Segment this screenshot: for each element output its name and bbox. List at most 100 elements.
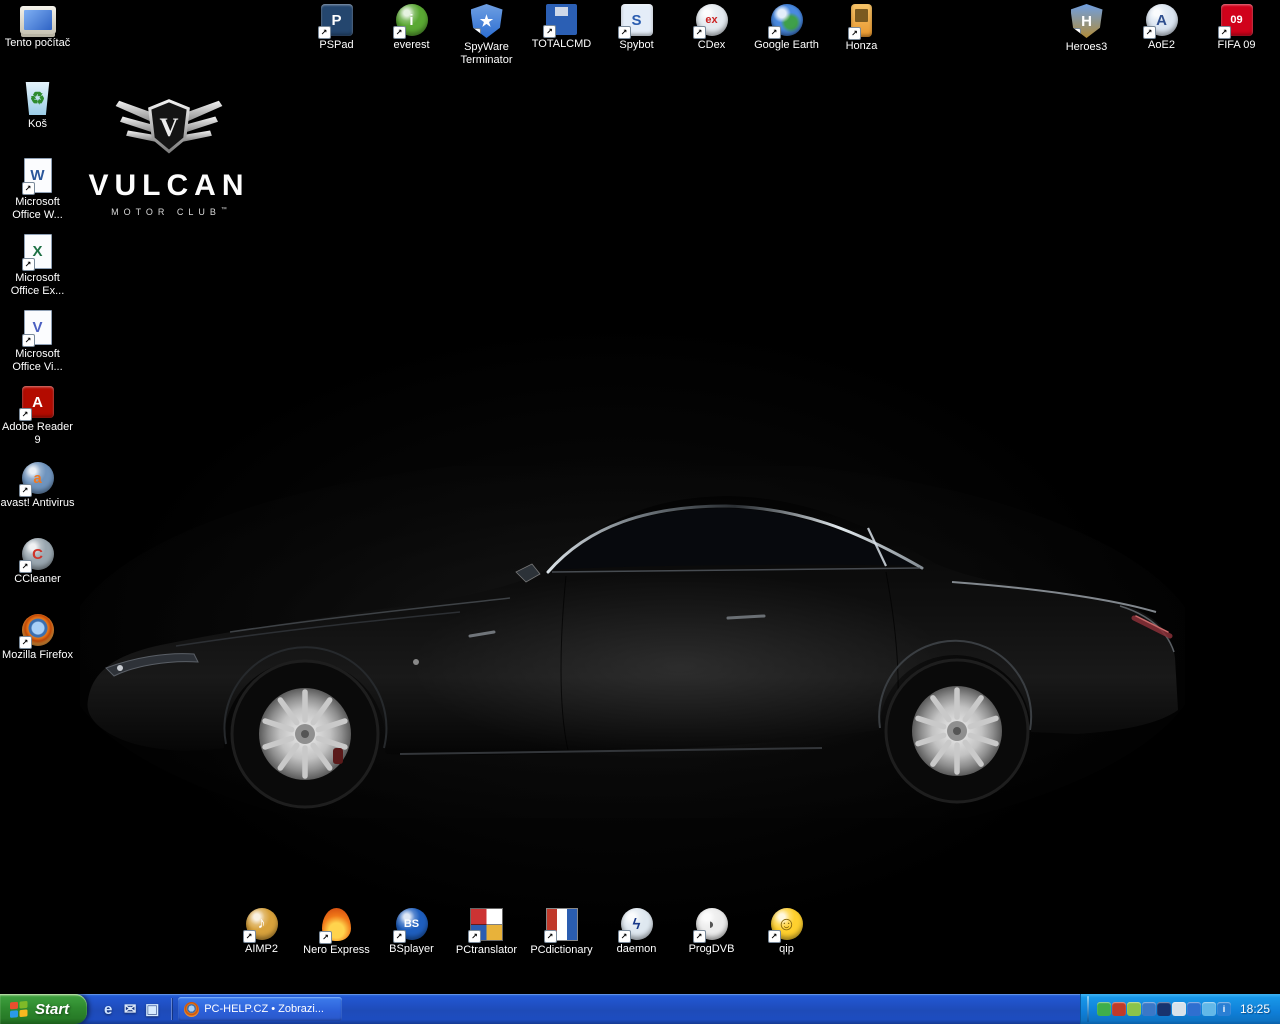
desktop-icon-label: CDex: [698, 39, 726, 52]
desktop-icon-row-top-right: H Heroes3 A AoE2 09 FIFA 09: [1049, 2, 1274, 54]
wallpaper-car-image: [80, 466, 1185, 818]
desktop-icon-image: [546, 908, 578, 941]
desktop-icon-label: CCleaner: [14, 573, 60, 586]
start-button-label: Start: [35, 1001, 69, 1018]
desktop-icon[interactable]: H Heroes3: [1049, 2, 1124, 54]
desktop-icon-image: [20, 6, 56, 34]
desktop-icon-image: ◗: [696, 908, 728, 940]
windows-logo-icon: [9, 1000, 29, 1019]
desktop-icon[interactable]: 09 FIFA 09: [1199, 2, 1274, 54]
desktop-icon[interactable]: Honza: [824, 2, 899, 67]
desktop-icon-image: C: [22, 538, 54, 570]
trademark-symbol: ™: [221, 207, 227, 213]
desktop-icon-label: PSPad: [319, 39, 353, 52]
tray-icon[interactable]: [1172, 1002, 1186, 1016]
desktop-icon-image: [22, 614, 54, 646]
desktop-icon-image: ϟ: [621, 908, 653, 940]
svg-text:V: V: [160, 113, 179, 142]
desktop-icon[interactable]: V Microsoft Office Vi...: [0, 308, 75, 384]
desktop-icon-image: [771, 4, 803, 36]
desktop-icon[interactable]: PCtranslator: [449, 906, 524, 957]
desktop-icon-image: ♻: [24, 82, 52, 115]
desktop-icon[interactable]: A Adobe Reader 9: [0, 384, 75, 460]
desktop-icon-label: BSplayer: [389, 943, 434, 956]
tray-icon[interactable]: [1097, 1002, 1111, 1016]
tray-icon[interactable]: [1112, 1002, 1126, 1016]
desktop-icon[interactable]: ex CDex: [674, 2, 749, 67]
desktop-icon-label: Google Earth: [754, 39, 819, 52]
tray-icon[interactable]: [1202, 1002, 1216, 1016]
desktop-icon-label: ProgDVB: [689, 943, 735, 956]
desktop-icon[interactable]: BS BSplayer: [374, 906, 449, 957]
vulcan-logo: V VULCAN MOTOR CLUB™: [88, 92, 250, 217]
firefox-icon: [184, 1002, 199, 1017]
desktop-icon[interactable]: S Spybot: [599, 2, 674, 67]
desktop-icon[interactable]: ◗ ProgDVB: [674, 906, 749, 957]
desktop-icon-label: PCtranslator: [456, 944, 517, 957]
taskbar-separator: [171, 998, 172, 1020]
tray-icon[interactable]: [1157, 1002, 1171, 1016]
desktop-icon[interactable]: W Microsoft Office W...: [0, 156, 75, 232]
clock[interactable]: 18:25: [1240, 1002, 1270, 1016]
desktop-icon[interactable]: ♪ AIMP2: [224, 906, 299, 957]
desktop-icon[interactable]: PCdictionary: [524, 906, 599, 957]
desktop-icon-image: P: [321, 4, 353, 36]
desktop-icon-label: Adobe Reader 9: [1, 421, 75, 447]
desktop-icon-image: A: [22, 386, 54, 418]
desktop-icon-label: AIMP2: [245, 943, 278, 956]
quick-launch-icon[interactable]: ✉: [119, 998, 141, 1020]
desktop-icon-image: V: [24, 310, 52, 345]
desktop-icon[interactable]: P PSPad: [299, 2, 374, 67]
desktop-icon-label: SpyWare Terminator: [450, 41, 524, 67]
taskbar: Start e ✉ ▣ PC-HELP.CZ • Zobrazi...: [0, 994, 1280, 1024]
desktop-icon[interactable]: a avast! Antivirus: [0, 460, 75, 536]
desktop-icon-image: ★: [471, 4, 503, 38]
desktop-icon[interactable]: ♻ Koš: [0, 80, 75, 156]
desktop-icon[interactable]: Tento počítač: [0, 4, 75, 80]
desktop-icon-label: AoE2: [1148, 39, 1175, 52]
desktop-icon[interactable]: C CCleaner: [0, 536, 75, 612]
tray-icon-strip: i: [1096, 1002, 1231, 1016]
desktop-icon-label: Heroes3: [1066, 41, 1108, 54]
tray-icon[interactable]: [1142, 1002, 1156, 1016]
task-button-firefox-pchelp[interactable]: PC-HELP.CZ • Zobrazi...: [178, 997, 342, 1021]
start-button[interactable]: Start: [0, 994, 87, 1024]
desktop-icon-label: Microsoft Office Ex...: [1, 272, 75, 298]
quick-launch-icon[interactable]: e: [97, 998, 119, 1020]
desktop-icon-label: everest: [393, 39, 429, 52]
logo-subtitle-text: MOTOR CLUB™: [88, 207, 250, 217]
desktop-icon-image: W: [24, 158, 52, 193]
desktop-icon-label: Spybot: [619, 39, 653, 52]
desktop-icon-image: a: [22, 462, 54, 494]
desktop-icon[interactable]: Mozilla Firefox: [0, 612, 75, 688]
tray-icon[interactable]: [1127, 1002, 1141, 1016]
desktop-icon-label: FIFA 09: [1218, 39, 1256, 52]
desktop-icon-row-bottom: ♪ AIMP2 Nero Express BS BSplayer PCtrans…: [224, 906, 824, 957]
desktop-icon-label: daemon: [617, 943, 657, 956]
desktop-icon[interactable]: Nero Express: [299, 906, 374, 957]
logo-brand-text: VULCAN: [88, 169, 250, 203]
desktop-icon[interactable]: TOTALCMD: [524, 2, 599, 67]
desktop-icon-image: ex: [696, 4, 728, 36]
desktop-icon[interactable]: A AoE2: [1124, 2, 1199, 54]
vulcan-wings-emblem-icon: V: [103, 92, 235, 162]
desktop-icon-label: Mozilla Firefox: [2, 649, 73, 662]
quick-launch-icon[interactable]: ▣: [141, 998, 163, 1020]
desktop-icon-label: qip: [779, 943, 794, 956]
desktop-icon[interactable]: Google Earth: [749, 2, 824, 67]
desktop-icon-row-top-left: P PSPad i everest ★ SpyWare Terminator T…: [299, 2, 899, 67]
desktop-icon[interactable]: i everest: [374, 2, 449, 67]
desktop: V VULCAN MOTOR CLUB™: [0, 0, 1280, 1024]
task-button-label: PC-HELP.CZ • Zobrazi...: [204, 1003, 324, 1015]
desktop-icon-label: PCdictionary: [530, 944, 592, 957]
desktop-icon[interactable]: ϟ daemon: [599, 906, 674, 957]
desktop-icon-column-left: Tento počítač ♻ Koš W Microsoft Office W…: [0, 4, 75, 688]
desktop-icon[interactable]: ☺ qip: [749, 906, 824, 957]
desktop-icon-image: ☺: [771, 908, 803, 940]
tray-icon[interactable]: i: [1217, 1002, 1231, 1016]
desktop-icon-label: avast! Antivirus: [1, 497, 75, 510]
desktop-icon[interactable]: X Microsoft Office Ex...: [0, 232, 75, 308]
desktop-icon[interactable]: ★ SpyWare Terminator: [449, 2, 524, 67]
desktop-icon-label: TOTALCMD: [532, 38, 592, 51]
tray-icon[interactable]: [1187, 1002, 1201, 1016]
